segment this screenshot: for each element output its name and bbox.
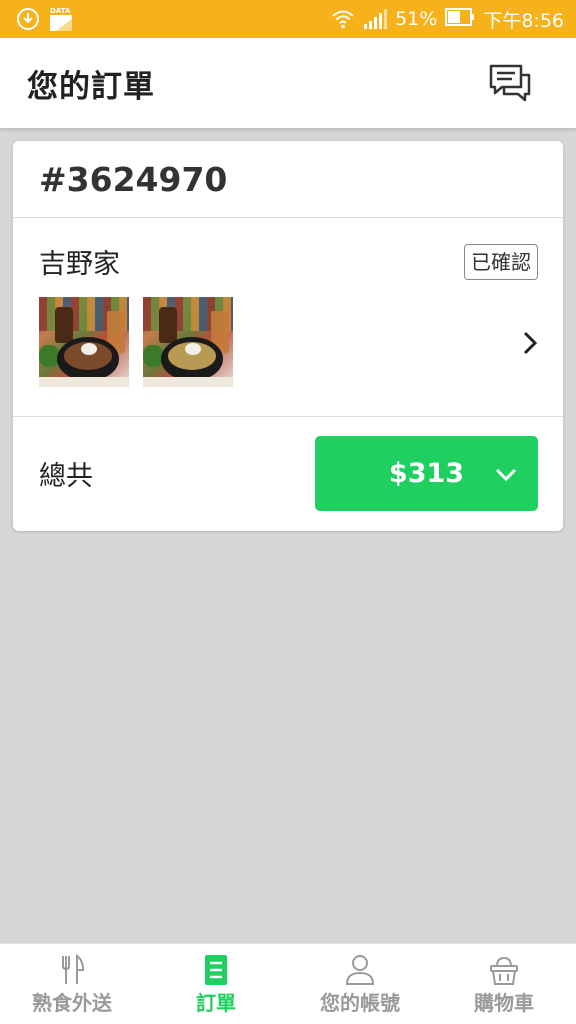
chevron-right-icon[interactable]: [519, 328, 541, 358]
total-label: 總共: [39, 461, 93, 492]
clock: 下午8:56: [483, 9, 564, 32]
nav-item-cart[interactable]: 購物車: [432, 944, 576, 1024]
chat-icon: [489, 64, 531, 102]
food-thumbnail: [143, 297, 233, 387]
nav-label: 購物車: [474, 991, 534, 1015]
total-amount: $313: [388, 458, 465, 489]
wifi-icon: [331, 7, 355, 31]
status-badge: 已確認: [464, 243, 538, 280]
chat-button[interactable]: [488, 63, 532, 103]
restaurant-row[interactable]: 吉野家 已確認: [13, 218, 563, 417]
order-number-row: #3624970: [13, 141, 563, 218]
order-list-icon: [205, 955, 227, 985]
basket-icon: [490, 956, 518, 985]
total-row: 總共 $313: [13, 417, 563, 530]
nav-item-food-delivery[interactable]: 熟食外送: [0, 944, 144, 1024]
data-label: DATA: [50, 7, 71, 15]
chevron-down-icon: [495, 468, 517, 482]
page-title: 您的訂單: [27, 68, 155, 105]
nav-label: 訂單: [196, 991, 236, 1015]
user-icon: [345, 955, 375, 985]
item-thumbnails: [39, 297, 537, 387]
restaurant-name: 吉野家: [39, 249, 120, 280]
total-dropdown-button[interactable]: $313: [315, 436, 538, 511]
signal-icon: [363, 7, 388, 31]
nav-label: 熟食外送: [32, 991, 112, 1015]
order-card: #3624970 吉野家 已確認 總共 $313: [13, 141, 563, 531]
app-header: 您的訂單: [0, 38, 576, 128]
order-number: #3624970: [39, 159, 228, 199]
food-thumbnail: [39, 297, 129, 387]
bottom-nav: 熟食外送 訂單 您的帳號 購物車: [0, 943, 576, 1024]
fork-knife-icon: [62, 954, 85, 984]
nav-item-account[interactable]: 您的帳號: [288, 944, 432, 1024]
battery-percent: 51%: [395, 8, 438, 30]
nav-label: 您的帳號: [320, 991, 400, 1015]
download-icon: [16, 7, 40, 31]
nav-item-orders[interactable]: 訂單: [144, 944, 288, 1024]
battery-icon: [445, 7, 475, 31]
mobile-data-icon: DATA: [50, 7, 72, 31]
status-bar: DATA 51% 下午8:56: [0, 0, 576, 38]
